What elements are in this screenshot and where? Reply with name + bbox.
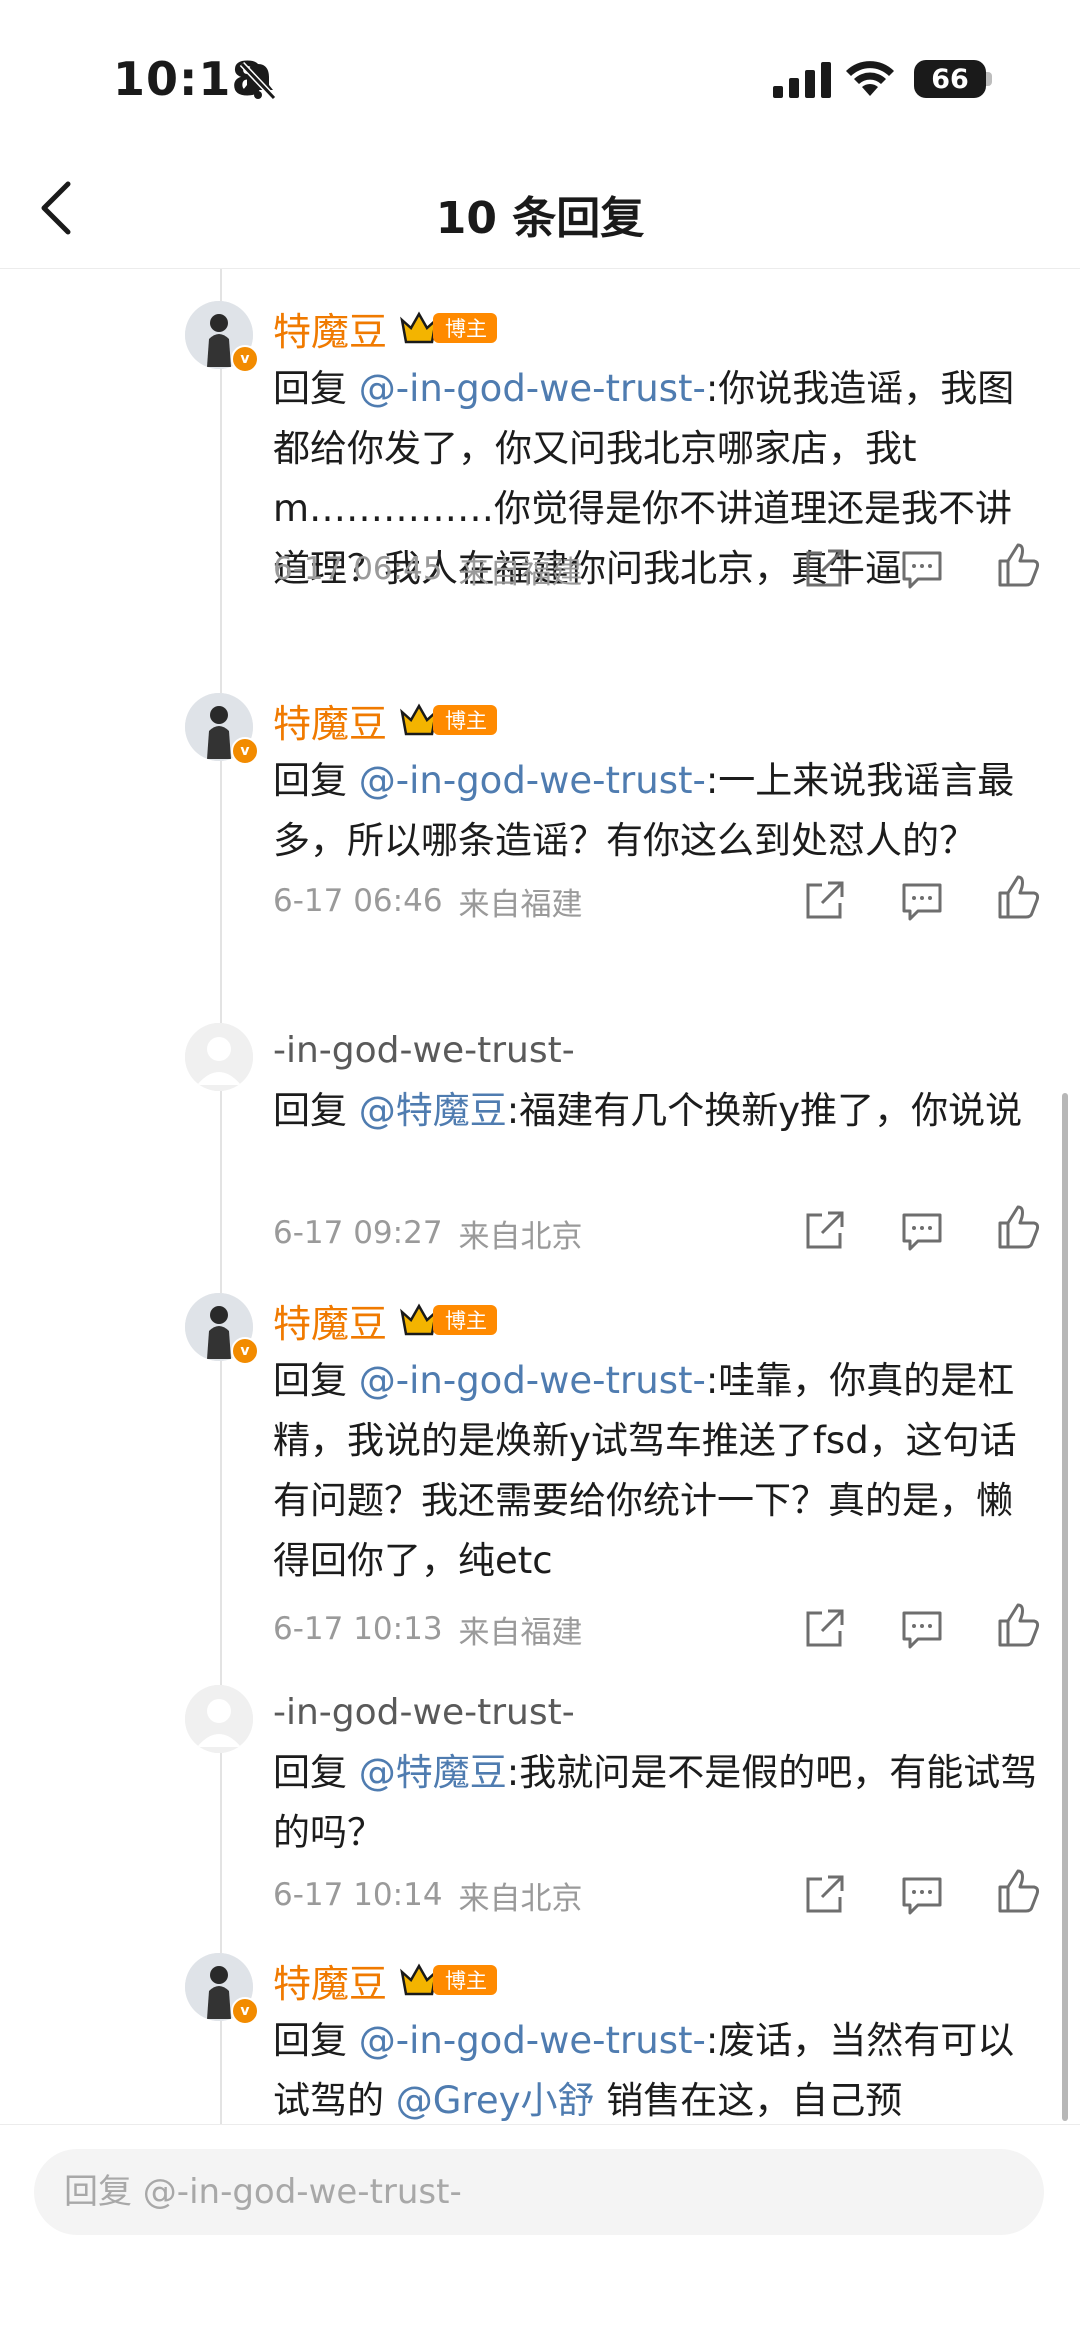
comment-date: 6-17 10:13: [273, 1611, 443, 1647]
reply-list[interactable]: v 特魔豆 博主 回复 @-in-god-we-trust-:你说我造谣，我图都…: [0, 269, 1080, 2124]
comment-location: 来自福建: [458, 554, 583, 591]
list-item: v 特魔豆 博主 回复 @-in-god-we-trust-:废话，当然有可以试…: [0, 1953, 1080, 2124]
comment-date: 6-17 06:45: [273, 551, 443, 587]
like-icon[interactable]: [994, 1203, 1042, 1251]
verified-badge-icon: v: [231, 1997, 259, 2025]
wifi-icon: [846, 61, 894, 96]
page-title: 10 条回复: [435, 193, 645, 244]
mention-link[interactable]: @-in-god-we-trust-: [359, 759, 706, 802]
verified-badge-icon: v: [231, 1337, 259, 1365]
comment-text: 回复 @-in-god-we-trust-:哇靠，你真的是杠精，我说的是焕新y试…: [273, 1359, 1017, 1582]
verified-badge-icon: v: [231, 737, 259, 765]
share-icon[interactable]: [800, 1605, 848, 1653]
mention-link[interactable]: @-in-god-we-trust-: [359, 1359, 706, 1402]
like-icon[interactable]: [994, 1601, 1042, 1649]
comment-location: 来自福建: [458, 886, 583, 923]
comment-location: 来自北京: [458, 1880, 583, 1917]
bell-muted-icon: [239, 61, 277, 101]
cellular-signal-icon: [773, 62, 831, 98]
comment-meta: 6-17 10:13 来自福建: [273, 1607, 583, 1651]
reply-input[interactable]: [34, 2149, 1044, 2235]
comment-meta: 6-17 10:14 来自北京: [273, 1873, 583, 1917]
comment-meta: 6-17 09:27 来自北京: [273, 1211, 583, 1255]
comment-meta: 6-17 06:46 来自福建: [273, 879, 583, 923]
status-bar: 10:18 66: [0, 0, 1080, 150]
share-icon[interactable]: [800, 1207, 848, 1255]
list-item: v 特魔豆 博主 回复 @-in-god-we-trust-:你说我造谣，我图都…: [0, 301, 1080, 671]
blogger-badge: 博主: [433, 705, 498, 735]
comment-text: 回复 @特魔豆:我就问是不是假的吧，有能试驾的吗？: [273, 1751, 1038, 1854]
comment-location: 来自福建: [458, 1614, 583, 1651]
like-icon[interactable]: [994, 541, 1042, 589]
comment-icon[interactable]: [898, 545, 946, 593]
username[interactable]: 特魔豆: [273, 301, 387, 356]
share-icon[interactable]: [800, 545, 848, 593]
comment-meta: 6-17 06:45 来自福建: [273, 547, 583, 591]
mention-link[interactable]: @-in-god-we-trust-: [359, 367, 706, 410]
battery-tip: [986, 72, 992, 86]
mention-link[interactable]: @Grey小舒: [396, 2079, 595, 2122]
avatar[interactable]: v: [185, 1293, 259, 1365]
blogger-badge: 博主: [433, 1965, 498, 1995]
list-item: v 特魔豆 博主 回复 @-in-god-we-trust-:哇靠，你真的是杠精…: [0, 1293, 1080, 1673]
mention-link[interactable]: @特魔豆: [359, 1089, 507, 1132]
avatar[interactable]: [185, 1685, 253, 1753]
comment-text: 回复 @特魔豆:福建有几个换新y推了，你说说: [273, 1089, 1023, 1132]
share-icon[interactable]: [800, 877, 848, 925]
blogger-badge: 博主: [433, 313, 498, 343]
verified-badge-icon: v: [231, 345, 259, 373]
share-icon[interactable]: [800, 1871, 848, 1919]
list-item: -in-god-we-trust- 回复 @特魔豆:我就问是不是假的吧，有能试驾…: [0, 1685, 1080, 1917]
comment-text: 回复 @-in-god-we-trust-:废话，当然有可以试驾的 @Grey小…: [273, 2019, 1015, 2122]
reply-bar: [0, 2124, 1080, 2343]
list-item: v 特魔豆 博主 回复 @-in-god-we-trust-:一上来说我谣言最多…: [0, 693, 1080, 983]
battery-icon: 66: [914, 60, 986, 98]
comment-location: 来自北京: [458, 1218, 583, 1255]
comment-icon[interactable]: [898, 1871, 946, 1919]
username[interactable]: 特魔豆: [273, 693, 387, 748]
blogger-badge: 博主: [433, 1305, 498, 1335]
avatar[interactable]: v: [185, 693, 259, 765]
scrollbar[interactable]: [1062, 1093, 1068, 2121]
like-icon[interactable]: [994, 1867, 1042, 1915]
username[interactable]: -in-god-we-trust-: [273, 1030, 575, 1071]
avatar[interactable]: v: [185, 1953, 259, 2025]
comment-icon[interactable]: [898, 1605, 946, 1653]
avatar[interactable]: [185, 1023, 253, 1091]
battery-level: 66: [931, 63, 969, 95]
list-item: -in-god-we-trust- 回复 @特魔豆:福建有几个换新y推了，你说说…: [0, 1023, 1080, 1255]
avatar[interactable]: v: [185, 301, 259, 373]
nav-bar: 10 条回复: [0, 150, 1080, 269]
comment-icon[interactable]: [898, 1207, 946, 1255]
mention-link[interactable]: @特魔豆: [359, 1751, 507, 1794]
mention-link[interactable]: @-in-god-we-trust-: [359, 2019, 706, 2062]
username[interactable]: 特魔豆: [273, 1293, 387, 1348]
comment-date: 6-17 09:27: [273, 1215, 443, 1251]
like-icon[interactable]: [994, 873, 1042, 921]
comment-date: 6-17 06:46: [273, 883, 443, 919]
comment-icon[interactable]: [898, 877, 946, 925]
username[interactable]: -in-god-we-trust-: [273, 1692, 575, 1733]
username[interactable]: 特魔豆: [273, 1953, 387, 2008]
comment-date: 6-17 10:14: [273, 1877, 443, 1913]
comment-text: 回复 @-in-god-we-trust-:一上来说我谣言最多，所以哪条造谣？有…: [273, 759, 1015, 862]
